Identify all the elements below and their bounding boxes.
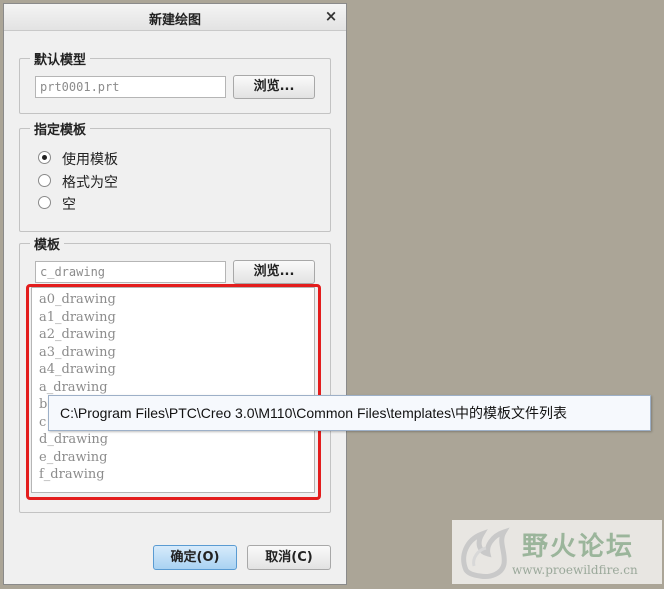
default-model-group: 默认模型 prt0001.prt 浏览... [19,49,331,114]
close-icon[interactable]: × [322,7,340,25]
list-item[interactable]: a_drawing [39,379,108,396]
watermark-title: 野火论坛 [522,532,635,562]
list-item[interactable]: e_drawing [39,449,107,466]
radio-label: 空 [62,197,76,213]
radio-button[interactable] [38,174,51,187]
template-legend: 模板 [30,234,65,253]
ok-button[interactable]: 确定(O) [153,545,237,570]
list-item[interactable]: a1_drawing [39,309,116,326]
template-path-tooltip: C:\Program Files\PTC\Creo 3.0\M110\Commo… [48,395,651,431]
radio-selected-dot [42,155,47,160]
flame-logo-icon [461,527,510,579]
template-input[interactable]: c_drawing [35,261,226,283]
desktop-background: 新建绘图 × 默认模型 prt0001.prt 浏览... 指定模板 使用模板 … [0,0,664,589]
radio-label: 使用模板 [62,152,118,168]
dialog-title: 新建绘图 [148,13,201,28]
specify-template-legend: 指定模板 [30,119,91,138]
radio-button[interactable] [38,151,51,164]
list-item[interactable]: a2_drawing [39,326,116,343]
list-item[interactable]: c [39,414,46,431]
default-model-browse-button[interactable]: 浏览... [233,75,315,99]
list-item[interactable]: d_drawing [39,431,108,448]
template-list[interactable]: a0_drawing a1_drawing a2_drawing a3_draw… [31,287,315,493]
watermark-url: www.proewildfire.cn [512,563,638,577]
list-item[interactable]: a0_drawing [39,291,116,308]
cancel-button[interactable]: 取消(C) [247,545,331,570]
watermark: 野火论坛 www.proewildfire.cn [452,520,662,584]
radio-label: 格式为空 [62,175,118,191]
list-item[interactable]: a3_drawing [39,344,116,361]
default-model-input[interactable]: prt0001.prt [35,76,226,98]
template-browse-button[interactable]: 浏览... [233,260,315,284]
default-model-legend: 默认模型 [30,49,91,68]
radio-button[interactable] [38,196,51,209]
list-item[interactable]: a4_drawing [39,361,116,378]
specify-template-group: 指定模板 使用模板 格式为空 空 [19,119,331,232]
list-item[interactable]: f_drawing [39,466,105,483]
list-item[interactable]: b [39,396,47,413]
dialog-titlebar[interactable]: 新建绘图 × [4,4,346,31]
